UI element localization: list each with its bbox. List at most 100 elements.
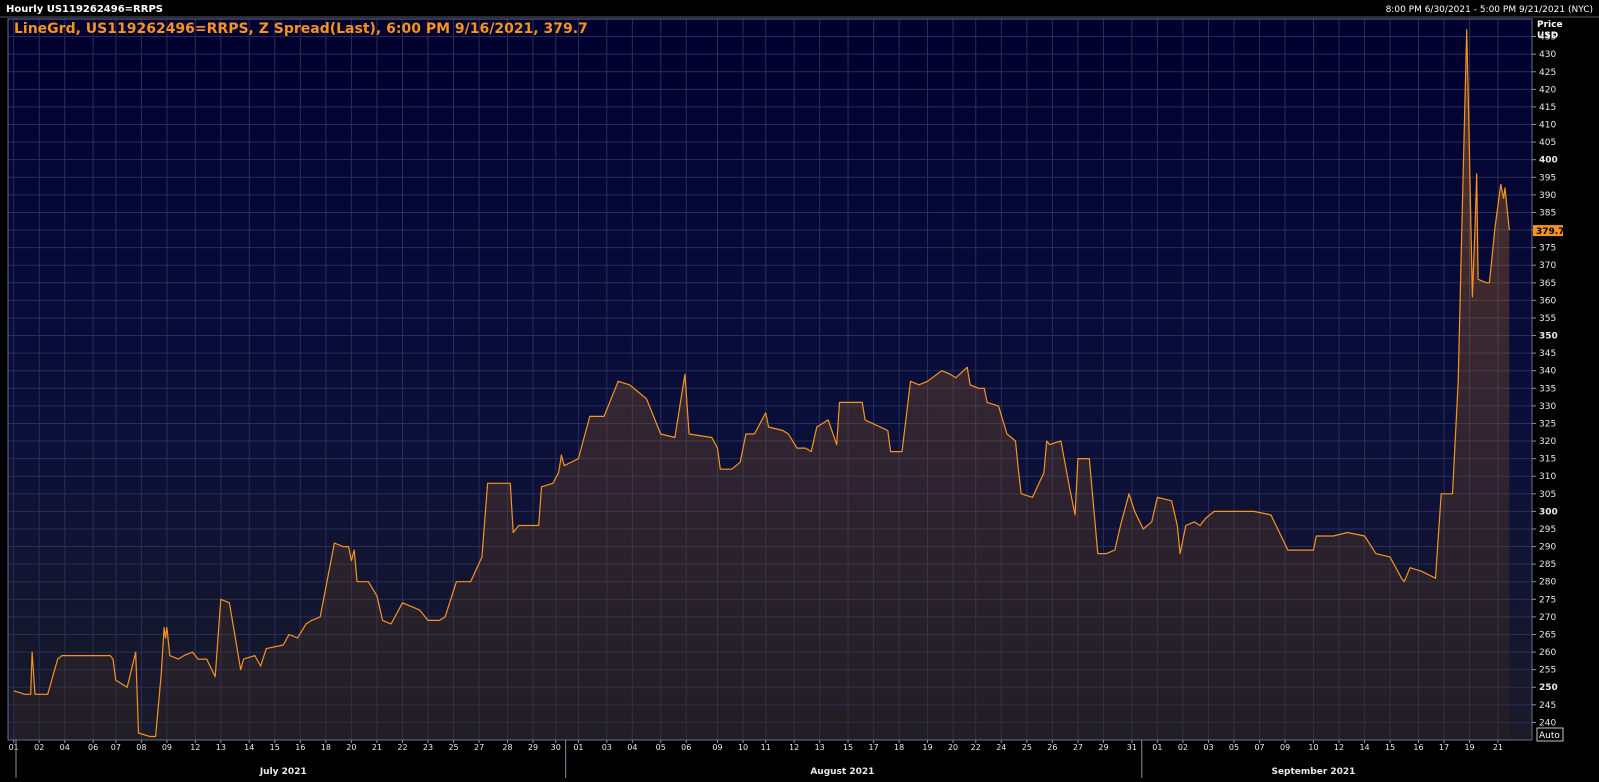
x-tick-label: 21 xyxy=(372,743,382,752)
auto-scale-label[interactable]: Auto xyxy=(1539,731,1560,741)
x-tick-label: 13 xyxy=(216,743,226,752)
y-tick-label: 410 xyxy=(1539,121,1556,131)
series-legend[interactable]: LineGrd, US119262496=RRPS, Z Spread(Last… xyxy=(14,21,588,37)
x-tick-label: 29 xyxy=(1098,743,1108,752)
y-tick-label: 430 xyxy=(1539,50,1556,60)
y-tick-label: 405 xyxy=(1539,138,1556,148)
y-tick-label: 240 xyxy=(1539,718,1556,728)
y-tick-label: 365 xyxy=(1539,279,1556,289)
y-tick-label: 400 xyxy=(1539,156,1558,166)
y-tick-label: 325 xyxy=(1539,419,1556,429)
y-tick-label: 425 xyxy=(1539,68,1556,78)
x-tick-label: 14 xyxy=(244,743,254,752)
x-tick-label: 20 xyxy=(346,743,356,752)
month-label: July 2021 xyxy=(259,767,307,777)
x-tick-label: 17 xyxy=(868,743,878,752)
y-tick-label: 355 xyxy=(1539,314,1556,324)
y-tick-label: 260 xyxy=(1539,648,1556,658)
x-tick-label: 09 xyxy=(162,743,172,752)
x-tick-label: 04 xyxy=(627,743,637,752)
y-tick-label: 245 xyxy=(1539,701,1556,711)
chart-window: Hourly US119262496=RRPS 8:00 PM 6/30/202… xyxy=(0,0,1599,778)
price-chart: Hourly US119262496=RRPS 8:00 PM 6/30/202… xyxy=(0,0,1599,778)
x-tick-label: 09 xyxy=(1280,743,1290,752)
x-tick-label: 06 xyxy=(681,743,691,752)
y-tick-label: 340 xyxy=(1539,367,1556,377)
x-tick-label: 26 xyxy=(1047,743,1057,752)
x-tick-label: 06 xyxy=(88,743,98,752)
y-tick-label: 335 xyxy=(1539,384,1556,394)
x-tick-label: 19 xyxy=(1464,743,1474,752)
x-tick-label: 15 xyxy=(270,743,280,752)
x-tick-label: 23 xyxy=(423,743,433,752)
x-tick-label: 25 xyxy=(1022,743,1032,752)
x-tick-label: 07 xyxy=(111,743,121,752)
y-tick-label: 300 xyxy=(1539,507,1558,517)
y-tick-label: 435 xyxy=(1539,33,1556,43)
x-tick-label: 10 xyxy=(1308,743,1318,752)
x-tick-label: 03 xyxy=(1203,743,1213,752)
y-tick-label: 390 xyxy=(1539,191,1556,201)
x-tick-label: 12 xyxy=(789,743,799,752)
y-tick-label: 345 xyxy=(1539,349,1556,359)
x-tick-label: 21 xyxy=(1493,743,1503,752)
y-tick-label: 330 xyxy=(1539,402,1556,412)
chart-header-range: 8:00 PM 6/30/2021 - 5:00 PM 9/21/2021 (N… xyxy=(1386,5,1593,15)
y-tick-label: 275 xyxy=(1539,595,1556,605)
last-value-badge: 379.7 xyxy=(1533,225,1564,237)
x-tick-label: 25 xyxy=(448,743,458,752)
x-tick-label: 12 xyxy=(1334,743,1344,752)
y-tick-label: 395 xyxy=(1539,173,1556,183)
x-tick-label: 16 xyxy=(1413,743,1423,752)
x-tick-label: 20 xyxy=(948,743,958,752)
x-tick-label: 09 xyxy=(712,743,722,752)
x-tick-label: 19 xyxy=(922,743,932,752)
x-tick-label: 17 xyxy=(1439,743,1449,752)
y-tick-label: 305 xyxy=(1539,490,1556,500)
chart-header-title: Hourly US119262496=RRPS xyxy=(6,4,163,15)
y-tick-label: 250 xyxy=(1539,683,1558,693)
month-label: September 2021 xyxy=(1271,767,1355,777)
y-tick-label: 375 xyxy=(1539,244,1556,254)
y-tick-label: 290 xyxy=(1539,543,1556,553)
y-tick-label: 270 xyxy=(1539,613,1556,623)
price-axis-label: Price xyxy=(1537,20,1563,30)
x-tick-label: 01 xyxy=(573,743,583,752)
month-label: August 2021 xyxy=(810,767,874,777)
x-tick-label: 18 xyxy=(321,743,331,752)
x-tick-label: 01 xyxy=(9,743,19,752)
x-tick-label: 02 xyxy=(1178,743,1188,752)
y-tick-label: 295 xyxy=(1539,525,1556,535)
x-tick-label: 03 xyxy=(602,743,612,752)
x-tick-label: 12 xyxy=(190,743,200,752)
x-tick-label: 14 xyxy=(1359,743,1369,752)
x-tick-label: 18 xyxy=(894,743,904,752)
y-tick-label: 420 xyxy=(1539,85,1556,95)
x-tick-label: 01 xyxy=(1152,743,1162,752)
x-tick-label: 22 xyxy=(397,743,407,752)
x-tick-label: 29 xyxy=(528,743,538,752)
x-tick-label: 15 xyxy=(1385,743,1395,752)
x-tick-label: 04 xyxy=(60,743,70,752)
y-tick-label: 385 xyxy=(1539,208,1556,218)
x-tick-label: 30 xyxy=(551,743,561,752)
x-tick-label: 31 xyxy=(1127,743,1137,752)
y-tick-label: 280 xyxy=(1539,578,1556,588)
x-tick-label: 28 xyxy=(502,743,512,752)
y-tick-label: 265 xyxy=(1539,630,1556,640)
x-tick-label: 05 xyxy=(656,743,666,752)
y-tick-label: 310 xyxy=(1539,472,1556,482)
x-tick-label: 13 xyxy=(815,743,825,752)
y-tick-label: 350 xyxy=(1539,332,1558,342)
y-tick-label: 320 xyxy=(1539,437,1556,447)
y-tick-label: 415 xyxy=(1539,103,1556,113)
y-tick-label: 255 xyxy=(1539,666,1556,676)
x-tick-label: 11 xyxy=(761,743,771,752)
y-tick-label: 360 xyxy=(1539,296,1556,306)
last-value-text: 379.7 xyxy=(1536,227,1564,237)
x-tick-label: 10 xyxy=(738,743,748,752)
x-tick-label: 08 xyxy=(136,743,146,752)
x-tick-label: 22 xyxy=(971,743,981,752)
y-tick-label: 370 xyxy=(1539,261,1556,271)
y-tick-label: 285 xyxy=(1539,560,1556,570)
